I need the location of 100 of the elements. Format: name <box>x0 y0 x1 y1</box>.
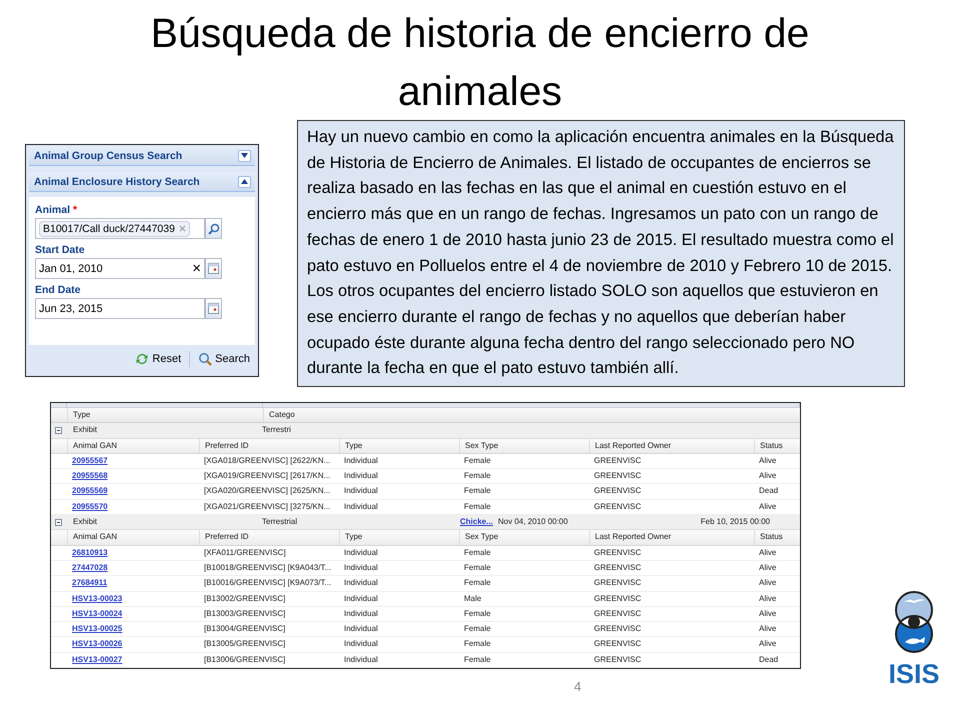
date-field[interactable]: Jan 01, 2010 × <box>35 258 205 279</box>
group-category: Terrestri <box>262 424 292 436</box>
table-cell-text: GREENVISC <box>593 608 642 620</box>
table-cell-text: Alive <box>758 623 778 636</box>
expand-button[interactable] <box>238 150 251 162</box>
animal-link[interactable]: 20955568 <box>67 471 108 480</box>
table-cell-text: GREENVISC <box>593 638 642 650</box>
calendar-button[interactable] <box>205 258 222 279</box>
group-type: Exhibit <box>72 424 98 436</box>
table-cell-text: Individual <box>343 454 379 467</box>
required-mark: * <box>73 204 78 216</box>
table-cell-text: [XGA019/GREENVISC] [2617/KN... <box>203 470 332 482</box>
table-cell-text: GREENVISC <box>593 470 642 482</box>
animal-link[interactable]: 26810913 <box>67 548 108 557</box>
table-cell-text: Alive <box>758 562 778 574</box>
column-header[interactable]: Last Reported Owner <box>589 438 754 453</box>
table-cell-text: GREENVISC <box>593 485 642 498</box>
clear-button[interactable]: × <box>192 260 201 277</box>
column-header[interactable]: Catego <box>263 408 295 422</box>
column-header[interactable]: Preferred ID <box>199 438 339 453</box>
table-cell-text: Dead <box>758 485 780 498</box>
column-header[interactable]: Last Reported Owner <box>589 530 754 545</box>
table-cell-text: [B10016/GREENVISC] [K9A073/T... <box>203 577 332 590</box>
column-header[interactable]: Status <box>754 530 800 545</box>
column-header[interactable]: Animal GAN <box>67 438 199 453</box>
table-cell-text: Female <box>463 500 492 513</box>
slide-title: Búsqueda de historia de encierro de animales <box>150 9 810 116</box>
column-header[interactable]: Sex Type <box>459 530 589 545</box>
animal-link[interactable]: HSV13-00026 <box>67 639 122 648</box>
logo-text: ISIS <box>888 660 940 688</box>
animal-link[interactable]: 20955570 <box>67 502 108 511</box>
calendar-icon <box>208 303 219 314</box>
table-cell-text: Female <box>463 562 492 574</box>
table-cell-text: Individual <box>343 638 379 650</box>
table-cell-text: Female <box>463 485 492 498</box>
animal-link[interactable]: 20955567 <box>67 456 108 465</box>
table-cell-text: GREENVISC <box>593 562 642 574</box>
column-header[interactable]: Type <box>67 408 263 422</box>
table-cell-text: Individual <box>343 470 379 482</box>
column-header[interactable]: Animal GAN <box>67 530 199 545</box>
column-header[interactable]: Type <box>339 438 459 453</box>
collapse-icon[interactable] <box>55 518 62 526</box>
table-cell-text: Alive <box>758 592 778 605</box>
animal-link[interactable]: 20955569 <box>67 486 108 496</box>
column-header[interactable]: Sex Type <box>459 438 589 453</box>
end-date: Feb 10, 2015 00:00 <box>700 516 770 528</box>
table-cell-text: [B13002/GREENVISC] <box>203 592 286 605</box>
table-cell-text: Female <box>463 470 492 482</box>
table-cell-text: Individual <box>343 500 379 513</box>
column-header[interactable]: Status <box>754 438 800 453</box>
animal-field[interactable]: B10017/Call duck/27447039 <box>35 218 205 239</box>
start-date: Nov 04, 2010 00:00 <box>498 516 569 528</box>
table-cell-text: [B10018/GREENVISC] [K9A043/T... <box>203 562 332 574</box>
reset-button[interactable]: Reset <box>133 351 184 367</box>
collapse-button[interactable] <box>238 176 251 188</box>
table-cell-text: Alive <box>758 500 778 513</box>
table-cell-text: Individual <box>343 623 379 636</box>
animal-link[interactable]: HSV13-00023 <box>67 594 122 603</box>
column-header[interactable]: Preferred ID <box>199 530 339 545</box>
table-cell-text: Individual <box>343 546 379 559</box>
section-header[interactable]: Animal Enclosure History Search <box>29 172 255 192</box>
table-cell-text: Alive <box>758 577 778 590</box>
table-cell-text: GREENVISC <box>593 454 642 467</box>
collapse-icon[interactable] <box>55 426 62 434</box>
table-cell-text: [XGA020/GREENVISC] [2625/KN... <box>203 485 332 498</box>
animal-link[interactable]: 27684911 <box>67 578 108 588</box>
animal-link[interactable]: 27447028 <box>67 562 108 572</box>
search-icon <box>208 222 220 234</box>
caret-icon <box>241 179 248 184</box>
enclosure-link[interactable]: Chicke... <box>460 515 498 530</box>
table-cell-text: Alive <box>758 470 778 482</box>
table-cell-text: Female <box>463 654 492 666</box>
table-cell-text: Female <box>463 608 492 620</box>
calendar-button[interactable] <box>205 298 222 319</box>
table-cell-text: [XFA011/GREENVISC] <box>203 546 287 559</box>
search-button[interactable] <box>205 218 222 239</box>
table-cell-text: Alive <box>758 546 778 559</box>
table-cell-text: Female <box>463 546 492 559</box>
table-cell-text: [B13006/GREENVISC] <box>203 654 286 666</box>
section-header[interactable]: Animal Group Census Search <box>29 146 255 166</box>
animal-chip[interactable]: B10017/Call duck/27447039 <box>39 220 190 236</box>
search-icon <box>198 352 212 366</box>
table-cell-text: GREENVISC <box>593 623 642 636</box>
date-field[interactable]: Jun 23, 2015 <box>35 298 205 319</box>
callout-text: Hay un nuevo cambio en como la aplicación encuentra animales en la Búsqueda de Historia de Encierro de Animales. El listado de occupantes de encierros se realiza basado en las fechas en las que el animal en cuestión estuvo en el encierro más que en un rango de fechas. Ingresamos un pato con un rango de fechas de enero 1 de 2010 hasta junio 23 de 2015. El resultado muestra como el pato estuvo en Polluelos entre el 4 de noviembre de 2010 y Febrero 10 de 2015. Los otros ocupantes del encierro listado SOLO son aquellos que estuvieron en ese encierro durante el rango de fechas y no aquellos que deberían haber ocupado éste durante alguna fecha dentro del rango seleccionado pero NO durante la fecha en que el pato estuvo también allí. <box>297 120 905 388</box>
field-label: Start Date <box>35 244 85 256</box>
table-cell-text: [B13005/GREENVISC] <box>203 638 286 650</box>
table-cell-text: Individual <box>343 592 379 605</box>
refresh-icon <box>135 352 150 366</box>
field-label: End Date <box>35 284 81 296</box>
animal-link[interactable]: HSV13-00024 <box>67 608 122 618</box>
table-cell-text: Female <box>463 623 492 636</box>
animal-link[interactable]: HSV13-00025 <box>67 624 122 634</box>
animal-link[interactable]: HSV13-00027 <box>67 654 122 664</box>
table-cell-text: Alive <box>758 454 778 467</box>
search-button[interactable]: Search <box>196 351 252 367</box>
table-cell-text: GREENVISC <box>593 577 642 590</box>
column-header[interactable]: Type <box>339 530 459 545</box>
table-cell-text: Male <box>463 592 482 605</box>
page-number: 4 <box>574 679 582 694</box>
